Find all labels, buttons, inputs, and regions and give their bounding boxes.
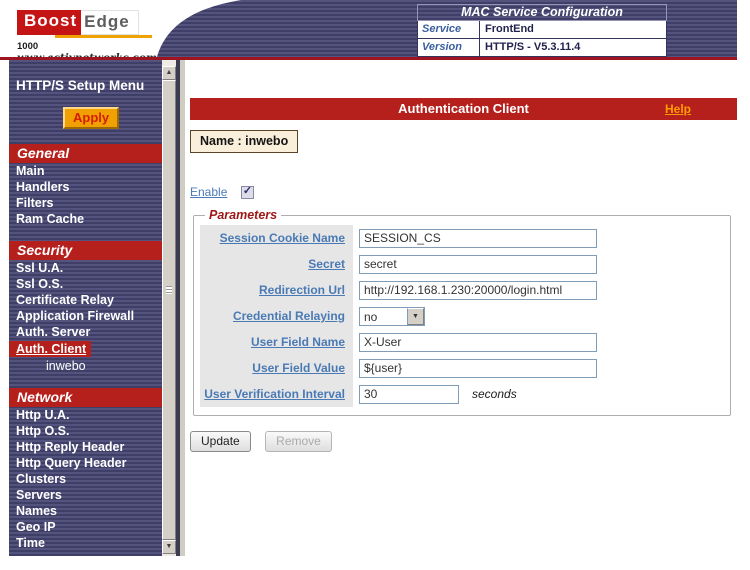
parameters-fieldset: Parameters Session Cookie Name Secret xyxy=(193,208,731,416)
sidebar-item-time[interactable]: Time xyxy=(9,535,162,551)
version-label: Version xyxy=(418,39,480,56)
user-field-name-label: User Field Name xyxy=(200,329,353,355)
sidebar-section-general: General xyxy=(9,144,162,163)
user-verification-interval-input[interactable] xyxy=(359,385,459,404)
remove-button[interactable]: Remove xyxy=(265,431,332,452)
field-row-user-field-value: User Field Value xyxy=(194,355,730,381)
brand-logo-primary: Boost xyxy=(17,10,81,35)
sidebar-item-servers[interactable]: Servers xyxy=(9,487,162,503)
sidebar-item-certificate-relay[interactable]: Certificate Relay xyxy=(9,292,162,308)
field-row-session-cookie-name: Session Cookie Name xyxy=(194,225,730,251)
sidebar-item-names[interactable]: Names xyxy=(9,503,162,519)
user-field-value-label: User Field Value xyxy=(200,355,353,381)
client-name-box: Name : inwebo xyxy=(190,130,298,153)
redirection-url-input[interactable] xyxy=(359,281,597,300)
chevron-down-icon[interactable]: ▼ xyxy=(407,308,424,325)
frame-divider xyxy=(176,60,185,556)
help-link[interactable]: Help xyxy=(665,102,691,116)
brand-logo: BoostEdge 1000 www.activnetworks.com xyxy=(17,10,157,64)
enable-checkbox[interactable]: ✓ xyxy=(241,186,254,199)
credential-relaying-select[interactable]: no ▼ xyxy=(359,307,425,326)
logo-model-number: 1000 xyxy=(17,41,157,52)
sidebar-item-filters[interactable]: Filters xyxy=(9,195,162,211)
scroll-down-icon[interactable]: ▼ xyxy=(162,540,176,554)
user-field-name-input[interactable] xyxy=(359,333,597,352)
main-content: Authentication Client Help Name : inwebo… xyxy=(185,60,737,556)
secret-input[interactable] xyxy=(359,255,597,274)
credential-relaying-label: Credential Relaying xyxy=(200,303,353,329)
sidebar-item-application-firewall[interactable]: Application Firewall xyxy=(9,308,162,324)
header-divider xyxy=(0,57,737,60)
apply-button[interactable]: Apply xyxy=(63,107,119,129)
sidebar-item-inwebo[interactable]: inwebo xyxy=(9,358,162,374)
parameters-legend: Parameters xyxy=(205,208,281,222)
sidebar-item-ssl-ua[interactable]: Ssl U.A. xyxy=(9,260,162,276)
secret-label: Secret xyxy=(200,251,353,277)
sidebar-section-network: Network xyxy=(9,388,162,407)
sidebar-item-main[interactable]: Main xyxy=(9,163,162,179)
user-field-value-input[interactable] xyxy=(359,359,597,378)
service-row: Service FrontEnd xyxy=(417,21,667,39)
page-title-bar: Authentication Client Help xyxy=(190,98,737,120)
service-configuration-panel: MAC Service Configuration Service FrontE… xyxy=(417,4,667,57)
session-cookie-name-label: Session Cookie Name xyxy=(200,225,353,251)
field-row-redirection-url: Redirection Url xyxy=(194,277,730,303)
redirection-url-label: Redirection Url xyxy=(200,277,353,303)
service-configuration-title: MAC Service Configuration xyxy=(417,4,667,21)
page-title: Authentication Client xyxy=(190,98,737,120)
sidebar-item-ssl-os[interactable]: Ssl O.S. xyxy=(9,276,162,292)
sidebar-title: HTTP/S Setup Menu xyxy=(9,60,162,93)
app-window: BoostEdge 1000 www.activnetworks.com MAC… xyxy=(0,0,750,570)
field-row-credential-relaying: Credential Relaying no ▼ xyxy=(194,303,730,329)
sidebar-item-ram-cache[interactable]: Ram Cache xyxy=(9,211,162,227)
session-cookie-name-input[interactable] xyxy=(359,229,597,248)
sidebar-item-http-query-header[interactable]: Http Query Header xyxy=(9,455,162,471)
sidebar-item-http-ua[interactable]: Http U.A. xyxy=(9,407,162,423)
user-verification-interval-label: User Verification Interval xyxy=(200,381,353,407)
sidebar-item-handlers[interactable]: Handlers xyxy=(9,179,162,195)
update-button[interactable]: Update xyxy=(190,431,251,452)
version-row: Version HTTP/S - V5.3.11.4 xyxy=(417,39,667,57)
enable-link[interactable]: Enable xyxy=(190,185,227,199)
field-row-user-verification-interval: User Verification Interval seconds xyxy=(194,381,730,407)
sidebar-item-http-os[interactable]: Http O.S. xyxy=(9,423,162,439)
sidebar: HTTP/S Setup Menu Apply General Main Han… xyxy=(9,60,176,556)
brand-logo-secondary: Edge xyxy=(81,10,139,35)
sidebar-item-auth-client[interactable]: Auth. Client xyxy=(9,341,91,357)
scrollbar-thumb[interactable] xyxy=(162,80,176,540)
sidebar-item-auth-server[interactable]: Auth. Server xyxy=(9,324,162,340)
form-buttons: Update Remove xyxy=(190,431,332,452)
service-label: Service xyxy=(418,21,480,38)
sidebar-section-security: Security xyxy=(9,241,162,260)
field-row-user-field-name: User Field Name xyxy=(194,329,730,355)
check-icon: ✓ xyxy=(243,184,252,197)
field-row-secret: Secret xyxy=(194,251,730,277)
scroll-up-icon[interactable]: ▲ xyxy=(162,66,176,80)
version-value: HTTP/S - V5.3.11.4 xyxy=(480,39,666,56)
seconds-suffix: seconds xyxy=(472,387,517,401)
enable-row: Enable ✓ xyxy=(190,183,254,201)
sidebar-item-http-reply-header[interactable]: Http Reply Header xyxy=(9,439,162,455)
sidebar-item-geo-ip[interactable]: Geo IP xyxy=(9,519,162,535)
app-header: BoostEdge 1000 www.activnetworks.com MAC… xyxy=(9,0,737,57)
sidebar-scrollbar[interactable]: ▲ ▼ xyxy=(162,60,176,556)
logo-underline xyxy=(55,35,152,38)
service-value: FrontEnd xyxy=(480,21,666,38)
sidebar-item-clusters[interactable]: Clusters xyxy=(9,471,162,487)
